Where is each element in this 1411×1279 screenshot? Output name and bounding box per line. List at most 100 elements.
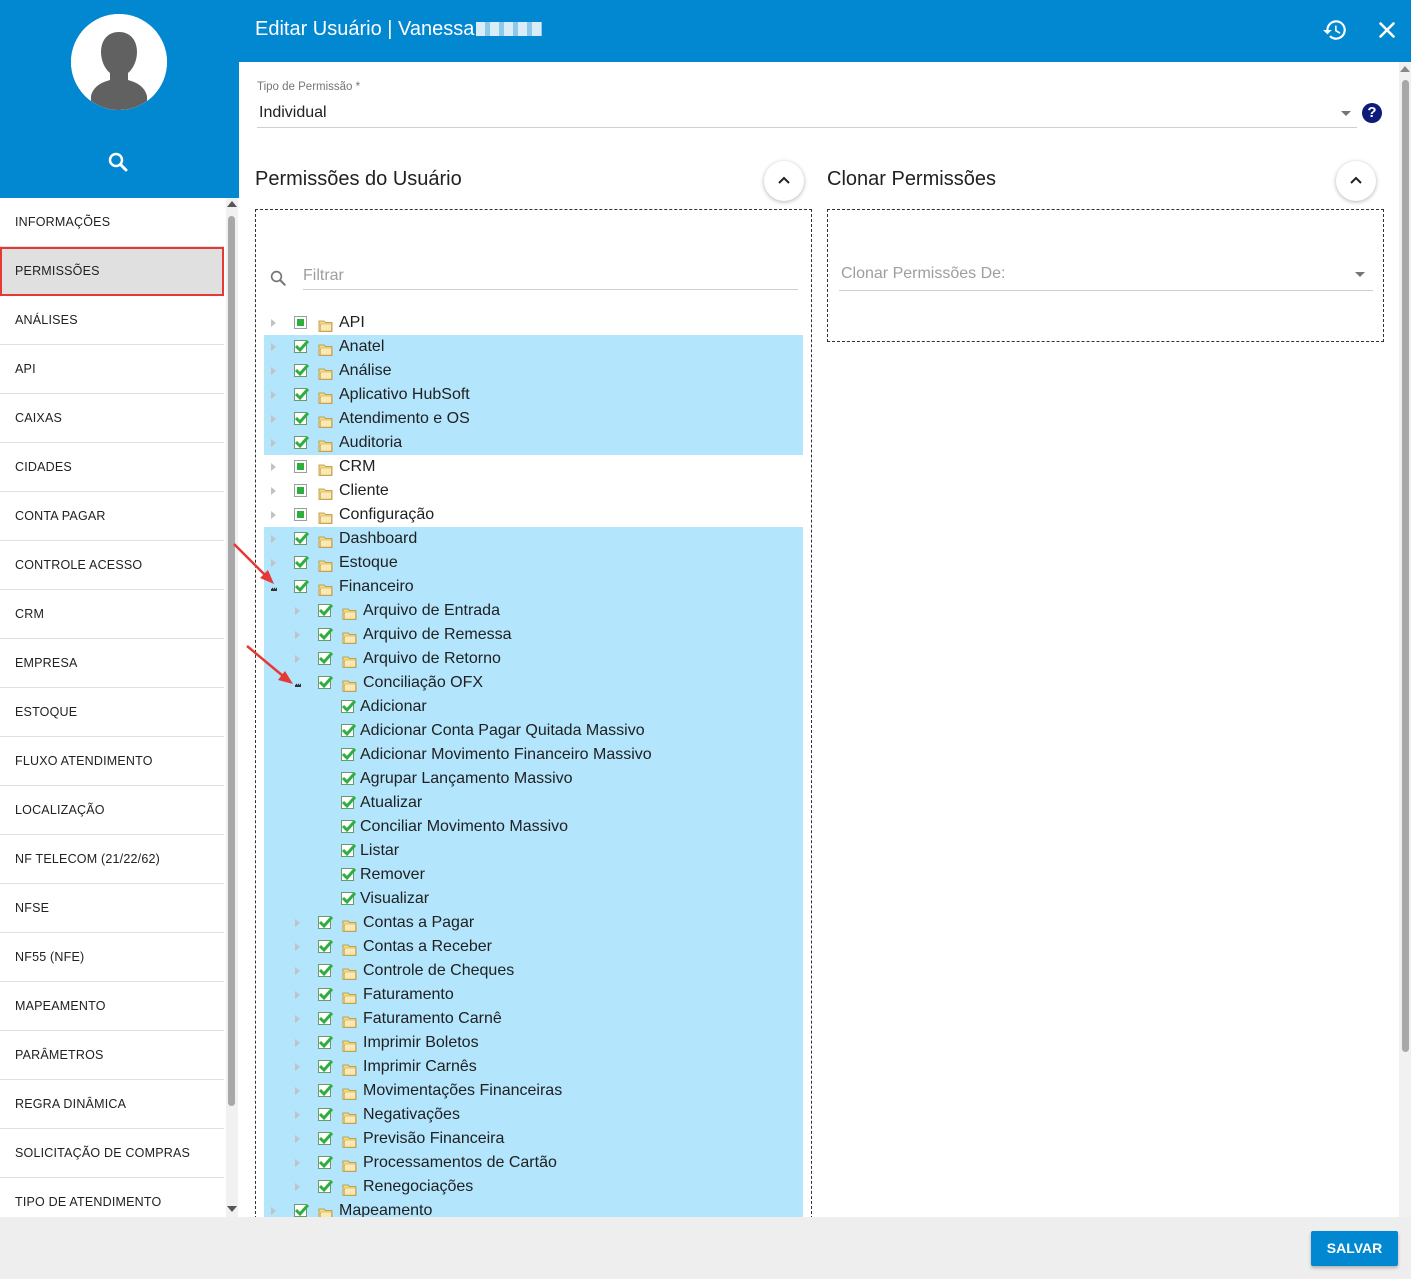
checkbox[interactable] <box>294 460 307 473</box>
tree-node-label[interactable]: Controle de Cheques <box>363 959 514 983</box>
sidebar-scrollbar-thumb[interactable] <box>228 216 235 1106</box>
tree-node-label[interactable]: Faturamento <box>363 983 454 1007</box>
tree-node[interactable]: Conciliação OFX <box>264 671 803 695</box>
tree-node-label[interactable]: Adicionar <box>360 695 427 719</box>
tree-node[interactable]: Conciliar Movimento Massivo <box>264 815 803 839</box>
sidebar-item-nfse[interactable]: NFSe <box>0 884 224 933</box>
tree-node-label[interactable]: Imprimir Boletos <box>363 1031 479 1055</box>
checkbox[interactable] <box>294 412 310 425</box>
checkbox[interactable] <box>294 388 310 401</box>
tree-node-label[interactable]: Cliente <box>339 479 389 503</box>
tree-node-label[interactable]: Estoque <box>339 551 398 575</box>
expand-closed-icon[interactable] <box>295 1183 300 1191</box>
tree-node[interactable]: Imprimir Carnês <box>264 1055 803 1079</box>
tree-node[interactable]: Visualizar <box>264 887 803 911</box>
scroll-down-arrow-icon[interactable] <box>227 1206 237 1212</box>
tree-node[interactable]: Processamentos de Cartão <box>264 1151 803 1175</box>
history-icon[interactable] <box>1322 17 1348 43</box>
tree-node[interactable]: Negativações <box>264 1103 803 1127</box>
help-icon[interactable]: ? <box>1362 103 1382 123</box>
collapse-user-permissions-button[interactable] <box>764 161 804 201</box>
checkbox[interactable] <box>318 1180 334 1193</box>
checkbox[interactable] <box>318 604 334 617</box>
checkbox[interactable] <box>294 340 310 353</box>
checkbox[interactable] <box>294 532 310 545</box>
sidebar-item-par-metros[interactable]: PARÂMETROS <box>0 1031 224 1080</box>
sidebar-item-crm[interactable]: CRM <box>0 590 224 639</box>
expand-closed-icon[interactable] <box>295 1087 300 1095</box>
tree-node[interactable]: Listar <box>264 839 803 863</box>
tree-node[interactable]: Configuração <box>264 503 803 527</box>
checkbox[interactable] <box>318 940 334 953</box>
tree-node-label[interactable]: Contas a Receber <box>363 935 492 959</box>
sidebar-item-fluxo-atendimento[interactable]: FLUXO ATENDIMENTO <box>0 737 224 786</box>
tree-node-label[interactable]: Arquivo de Entrada <box>363 599 500 623</box>
tree-node-label[interactable]: Processamentos de Cartão <box>363 1151 557 1175</box>
sidebar-item-caixas[interactable]: CAIXAS <box>0 394 224 443</box>
chevron-down-icon[interactable] <box>1355 272 1365 277</box>
expand-closed-icon[interactable] <box>295 943 300 951</box>
checkbox[interactable] <box>341 772 357 785</box>
tree-node[interactable]: Aplicativo HubSoft <box>264 383 803 407</box>
tree-node-label[interactable]: Conciliação OFX <box>363 671 483 695</box>
checkbox[interactable] <box>318 1132 334 1145</box>
tree-node[interactable]: Arquivo de Entrada <box>264 599 803 623</box>
checkbox[interactable] <box>341 724 357 737</box>
sidebar-item-tipo-de-atendimento[interactable]: TIPO DE ATENDIMENTO <box>0 1178 224 1217</box>
checkbox[interactable] <box>294 580 310 593</box>
expand-closed-icon[interactable] <box>295 607 300 615</box>
checkbox[interactable] <box>318 988 334 1001</box>
expand-closed-icon[interactable] <box>271 415 276 423</box>
tree-node-label[interactable]: Agrupar Lançamento Massivo <box>360 767 573 791</box>
checkbox[interactable] <box>318 1084 334 1097</box>
tree-node-label[interactable]: Análise <box>339 359 391 383</box>
expand-closed-icon[interactable] <box>295 631 300 639</box>
checkbox[interactable] <box>341 820 357 833</box>
tree-node[interactable]: Financeiro <box>264 575 803 599</box>
collapse-clone-permissions-button[interactable] <box>1336 161 1376 201</box>
tree-node-label[interactable]: Contas a Pagar <box>363 911 474 935</box>
expand-closed-icon[interactable] <box>295 1015 300 1023</box>
tree-node-label[interactable]: Mapeamento <box>339 1199 432 1217</box>
sidebar-item-nf-telecom-21-22-62[interactable]: NF TELECOM (21/22/62) <box>0 835 224 884</box>
tree-node[interactable]: Faturamento Carnê <box>264 1007 803 1031</box>
checkbox[interactable] <box>318 1036 334 1049</box>
checkbox[interactable] <box>318 1156 334 1169</box>
expand-closed-icon[interactable] <box>295 967 300 975</box>
expand-closed-icon[interactable] <box>295 1111 300 1119</box>
tree-node-label[interactable]: Negativações <box>363 1103 460 1127</box>
tree-node-label[interactable]: Arquivo de Remessa <box>363 623 512 647</box>
tree-node-label[interactable]: CRM <box>339 455 375 479</box>
expand-closed-icon[interactable] <box>271 463 276 471</box>
expand-closed-icon[interactable] <box>271 367 276 375</box>
tree-node-label[interactable]: Remover <box>360 863 425 887</box>
checkbox[interactable] <box>341 700 357 713</box>
sidebar-item-localiza-o[interactable]: LOCALIZAÇÃO <box>0 786 224 835</box>
tree-node[interactable]: Contas a Pagar <box>264 911 803 935</box>
expand-closed-icon[interactable] <box>271 487 276 495</box>
tree-node[interactable]: CRM <box>264 455 803 479</box>
sidebar-item-conta-pagar[interactable]: CONTA PAGAR <box>0 492 224 541</box>
expand-closed-icon[interactable] <box>271 1207 276 1215</box>
save-button[interactable]: SALVAR <box>1311 1231 1398 1266</box>
checkbox[interactable] <box>341 748 357 761</box>
tree-node-label[interactable]: API <box>339 311 365 335</box>
sidebar-item-mapeamento[interactable]: MAPEAMENTO <box>0 982 224 1031</box>
checkbox[interactable] <box>341 796 357 809</box>
sidebar-item-estoque[interactable]: ESTOQUE <box>0 688 224 737</box>
tree-node[interactable]: Adicionar Movimento Financeiro Massivo <box>264 743 803 767</box>
tree-node[interactable]: Remover <box>264 863 803 887</box>
checkbox[interactable] <box>318 916 334 929</box>
tree-node[interactable]: Atendimento e OS <box>264 407 803 431</box>
tree-node-label[interactable]: Adicionar Movimento Financeiro Massivo <box>360 743 652 767</box>
tree-node-label[interactable]: Anatel <box>339 335 384 359</box>
tree-node-label[interactable]: Auditoria <box>339 431 402 455</box>
expand-closed-icon[interactable] <box>295 919 300 927</box>
sidebar-item-nf55-nfe[interactable]: NF55 (NFe) <box>0 933 224 982</box>
checkbox[interactable] <box>318 652 334 665</box>
tree-node[interactable]: Faturamento <box>264 983 803 1007</box>
tree-node[interactable]: Contas a Receber <box>264 935 803 959</box>
tree-node[interactable]: API <box>264 311 803 335</box>
expand-closed-icon[interactable] <box>295 991 300 999</box>
tree-node-label[interactable]: Movimentações Financeiras <box>363 1079 562 1103</box>
